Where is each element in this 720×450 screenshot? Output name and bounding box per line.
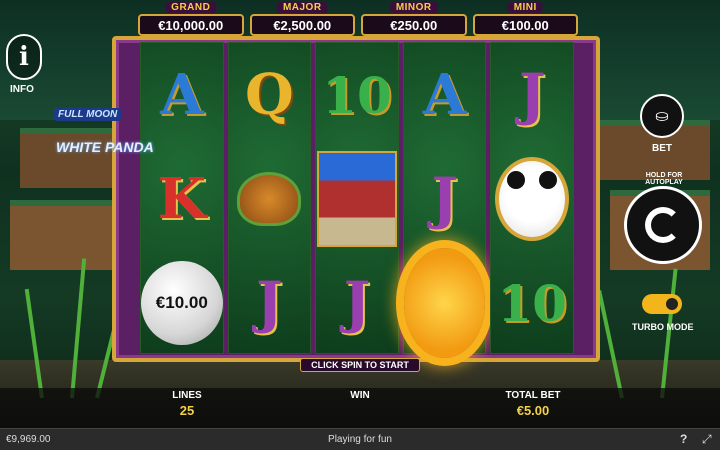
- total-bet-stat: TOTAL BET €5.00: [488, 390, 578, 418]
- symbol-letter: 10: [497, 273, 567, 333]
- symbol-sun: [403, 248, 486, 358]
- win-label: WIN: [350, 390, 370, 401]
- symbol-letter: K: [157, 166, 207, 232]
- bet-button[interactable]: ⛀: [640, 94, 684, 138]
- info-label: INFO: [10, 84, 34, 95]
- pagoda-left-upper: [20, 128, 120, 188]
- symbol-letter: A: [160, 62, 204, 128]
- symbol-letter: Q: [245, 62, 294, 128]
- jackpot-name: MINI: [507, 2, 543, 13]
- info-button[interactable]: i: [6, 34, 42, 80]
- click-spin-hint: CLICK SPIN TO START: [300, 358, 420, 372]
- symbol-temple: [316, 147, 398, 251]
- lines-stat: LINES 25: [142, 390, 232, 418]
- symbol-turtle: [229, 147, 311, 251]
- lines-value: 25: [179, 403, 195, 418]
- symbol-letter: 10: [322, 65, 392, 125]
- sun-icon: [403, 248, 486, 358]
- jackpot-amount: €100.00: [472, 14, 578, 36]
- symbol-letter: J: [431, 166, 458, 232]
- symbol-moon-cash: €10.00: [141, 251, 223, 355]
- jackpot-minor: MINOR €250.00: [361, 2, 467, 36]
- total-bet-value: €5.00: [516, 403, 550, 418]
- jackpot-bar: GRAND €10,000.00 MAJOR €2,500.00 MINOR €…: [138, 2, 578, 36]
- panda-icon: [495, 157, 570, 241]
- reel-5: J 10: [490, 42, 574, 354]
- lines-label: LINES: [172, 390, 202, 401]
- jackpot-amount: €250.00: [361, 14, 467, 36]
- jackpot-name: GRAND: [165, 2, 217, 13]
- reels-grid: A K €10.00 Q J 10 J A J J 10: [140, 42, 574, 358]
- symbol-letter: J: [518, 62, 546, 128]
- spin-button[interactable]: [624, 186, 702, 264]
- fullscreen-icon[interactable]: ⤢: [702, 432, 712, 447]
- turbo-mode-toggle[interactable]: [642, 294, 682, 314]
- play-mode: Playing for fun: [328, 434, 392, 445]
- jackpot-name: MINOR: [389, 2, 438, 13]
- turtle-icon: [237, 172, 302, 226]
- jackpot-major: MAJOR €2,500.00: [249, 2, 355, 36]
- total-bet-label: TOTAL BET: [505, 390, 561, 401]
- symbol-panda: [491, 147, 573, 251]
- symbol-letter: J: [343, 270, 371, 336]
- reel-1: A K €10.00: [140, 42, 224, 354]
- moon-cash-value: €10.00: [141, 261, 223, 345]
- turbo-mode-label: TURBO MODE: [632, 322, 694, 332]
- game-logo-line2: WHITE PANDA: [56, 139, 154, 155]
- lightning-icon: [664, 296, 680, 312]
- jackpot-amount: €10,000.00: [138, 14, 244, 36]
- symbol-letter: J: [256, 270, 283, 336]
- game-logo-line1: FULL MOON: [54, 108, 122, 121]
- autoplay-hint: HOLD FOR AUTOPLAY: [645, 172, 683, 186]
- reel-2: Q J: [227, 42, 312, 354]
- temple-icon: [316, 151, 397, 247]
- symbol-letter: A: [422, 62, 467, 128]
- win-stat: WIN: [315, 390, 405, 403]
- jackpot-amount: €2,500.00: [249, 14, 355, 36]
- jackpot-grand: GRAND €10,000.00: [138, 2, 244, 36]
- reel-3: 10 J: [315, 42, 399, 354]
- help-icon[interactable]: ?: [680, 432, 687, 446]
- jackpot-mini: MINI €100.00: [472, 2, 578, 36]
- info-icon: i: [19, 42, 29, 72]
- refresh-arrows-icon: [645, 207, 681, 243]
- bet-label: BET: [652, 143, 672, 154]
- pagoda-left-lower: [10, 200, 120, 270]
- stats-bar: LINES 25 WIN TOTAL BET €5.00: [0, 388, 720, 428]
- coins-plus-minus-icon: ⛀: [655, 108, 669, 125]
- footer-bar: €9,969.00 Playing for fun ? ⤢: [0, 428, 720, 450]
- reel-4: A J: [402, 42, 487, 358]
- jackpot-name: MAJOR: [276, 2, 328, 13]
